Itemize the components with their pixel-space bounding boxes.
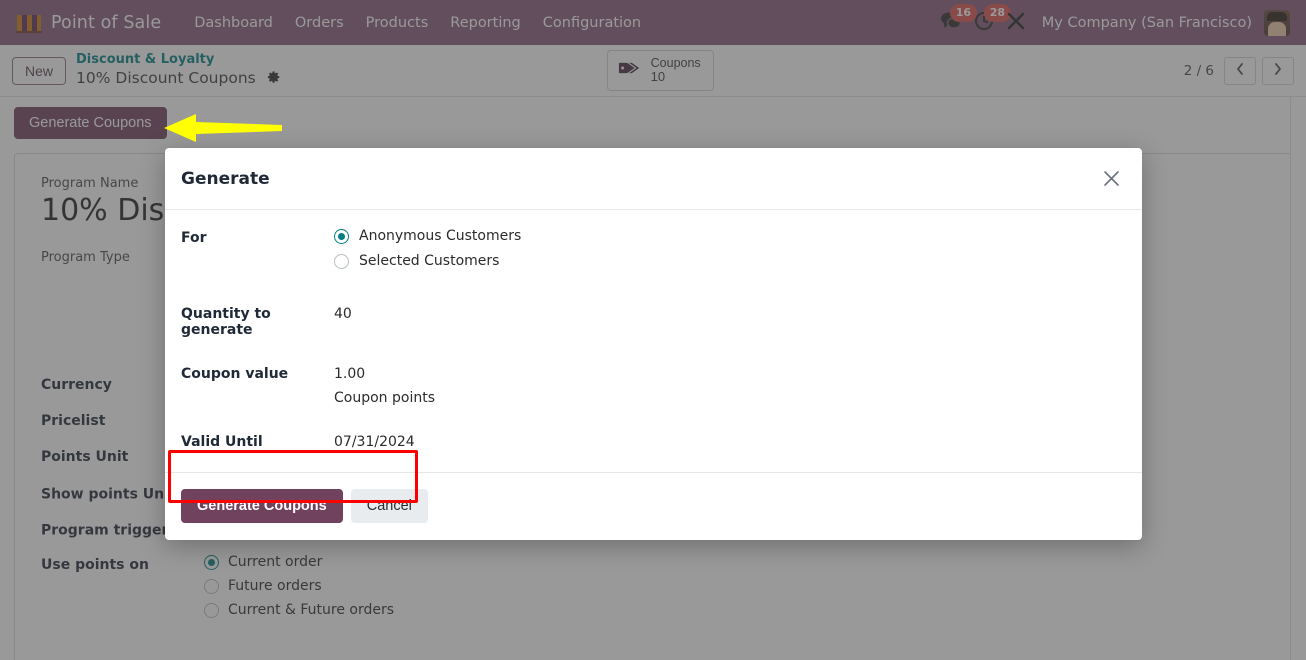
for-radio-group: Anonymous Customers Selected Customers: [334, 228, 521, 278]
valid-until-input[interactable]: 07/31/2024: [334, 432, 415, 450]
dialog-body: For Anonymous Customers Selected Custome…: [165, 210, 1142, 472]
dialog-title: Generate: [181, 168, 270, 189]
generate-coupons-dialog: Generate For Anonymous Customers Selecte…: [165, 148, 1142, 540]
dialog-header: Generate: [165, 148, 1142, 210]
quantity-input[interactable]: 40: [334, 304, 352, 322]
coupon-value-field-row: Coupon value 1.00 Coupon points: [181, 364, 1126, 406]
for-field-row: For Anonymous Customers Selected Custome…: [181, 228, 1126, 278]
coupon-value-input[interactable]: 1.00: [334, 364, 435, 382]
dialog-spacer-1: [181, 286, 1126, 304]
valid-until-label: Valid Until: [181, 434, 263, 450]
close-icon[interactable]: [1098, 166, 1124, 192]
dialog-spacer-3: [181, 414, 1126, 432]
for-option-label-0: Anonymous Customers: [359, 228, 522, 244]
coupon-value-label: Coupon value: [181, 366, 289, 382]
for-label: For: [181, 230, 207, 246]
quantity-label: Quantity to generate: [181, 306, 271, 338]
for-option-anonymous-customers[interactable]: Anonymous Customers: [334, 228, 521, 244]
dialog-spacer-2: [181, 346, 1126, 364]
radio-selected-customers[interactable]: [334, 253, 349, 269]
coupon-value-group: 1.00 Coupon points: [334, 364, 435, 406]
for-option-label-1: Selected Customers: [359, 253, 500, 269]
dialog-generate-coupons-button[interactable]: Generate Coupons: [181, 489, 343, 523]
dialog-cancel-button[interactable]: Cancel: [350, 489, 428, 523]
radio-anonymous-customers[interactable]: [334, 228, 349, 244]
dialog-footer: Generate Coupons Cancel: [165, 472, 1142, 540]
quantity-field-row: Quantity to generate 40: [181, 304, 1126, 338]
for-option-selected-customers[interactable]: Selected Customers: [334, 253, 521, 269]
coupon-value-unit: Coupon points: [334, 390, 435, 406]
valid-until-field-row: Valid Until 07/31/2024: [181, 432, 1126, 450]
